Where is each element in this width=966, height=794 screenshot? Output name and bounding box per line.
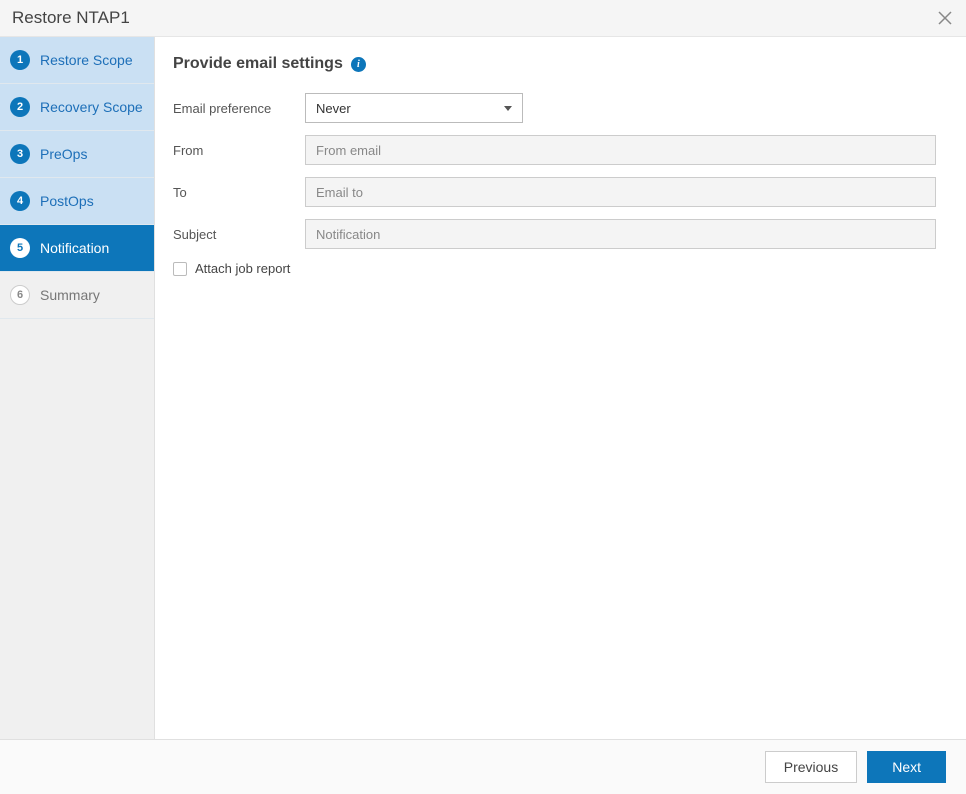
sidebar-item-recovery-scope[interactable]: 2 Recovery Scope bbox=[0, 84, 154, 131]
to-label: To bbox=[173, 185, 305, 200]
sidebar-item-preops[interactable]: 3 PreOps bbox=[0, 131, 154, 178]
chevron-down-icon bbox=[504, 106, 512, 111]
dialog-body: 1 Restore Scope 2 Recovery Scope 3 PreOp… bbox=[0, 37, 966, 739]
subject-row: Subject bbox=[173, 219, 936, 249]
to-input[interactable] bbox=[305, 177, 936, 207]
step-number: 5 bbox=[10, 238, 30, 258]
subject-input[interactable] bbox=[305, 219, 936, 249]
step-number: 4 bbox=[10, 191, 30, 211]
previous-button[interactable]: Previous bbox=[765, 751, 857, 783]
sidebar-item-postops[interactable]: 4 PostOps bbox=[0, 178, 154, 225]
from-row: From bbox=[173, 135, 936, 165]
step-label: Notification bbox=[40, 240, 109, 256]
step-number: 6 bbox=[10, 285, 30, 305]
step-label: PreOps bbox=[40, 146, 87, 162]
dialog-header: Restore NTAP1 bbox=[0, 0, 966, 37]
attach-report-row: Attach job report bbox=[173, 261, 936, 276]
info-icon[interactable]: i bbox=[351, 57, 366, 72]
step-number: 3 bbox=[10, 144, 30, 164]
step-number: 2 bbox=[10, 97, 30, 117]
email-preference-label: Email preference bbox=[173, 101, 305, 116]
sidebar-item-notification[interactable]: 5 Notification bbox=[0, 225, 154, 272]
page-title-row: Provide email settings i bbox=[173, 55, 936, 73]
page-title: Provide email settings bbox=[173, 55, 343, 73]
step-label: Summary bbox=[40, 287, 100, 303]
sidebar-item-restore-scope[interactable]: 1 Restore Scope bbox=[0, 37, 154, 84]
step-label: PostOps bbox=[40, 193, 94, 209]
from-input[interactable] bbox=[305, 135, 936, 165]
step-label: Recovery Scope bbox=[40, 99, 143, 115]
wizard-sidebar: 1 Restore Scope 2 Recovery Scope 3 PreOp… bbox=[0, 37, 155, 739]
close-icon[interactable] bbox=[938, 11, 952, 25]
restore-dialog: Restore NTAP1 1 Restore Scope 2 Recovery… bbox=[0, 0, 966, 794]
attach-report-checkbox[interactable] bbox=[173, 262, 187, 276]
step-number: 1 bbox=[10, 50, 30, 70]
main-panel: Provide email settings i Email preferenc… bbox=[155, 37, 966, 739]
next-button[interactable]: Next bbox=[867, 751, 946, 783]
email-preference-value: Never bbox=[316, 101, 351, 116]
email-preference-select[interactable]: Never bbox=[305, 93, 523, 123]
from-label: From bbox=[173, 143, 305, 158]
subject-label: Subject bbox=[173, 227, 305, 242]
to-row: To bbox=[173, 177, 936, 207]
email-preference-row: Email preference Never bbox=[173, 93, 936, 123]
sidebar-item-summary[interactable]: 6 Summary bbox=[0, 272, 154, 319]
dialog-footer: Previous Next bbox=[0, 739, 966, 794]
dialog-title: Restore NTAP1 bbox=[12, 8, 130, 28]
attach-report-label: Attach job report bbox=[195, 261, 290, 276]
step-label: Restore Scope bbox=[40, 52, 133, 68]
